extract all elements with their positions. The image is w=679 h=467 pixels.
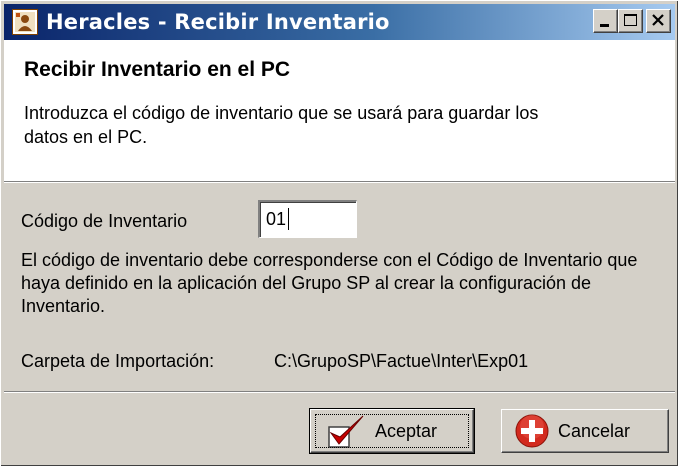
cancel-button[interactable]: Cancelar <box>501 409 669 453</box>
maximize-button[interactable] <box>618 9 643 33</box>
dialog-window: Heracles - Recibir Inventario Recibir In… <box>0 0 679 467</box>
close-icon <box>652 14 664 26</box>
inventory-code-input[interactable] <box>258 200 357 238</box>
page-title: Recibir Inventario en el PC <box>24 58 291 81</box>
folder-path: C:\GrupoSP\Factue\Inter\Exp01 <box>274 351 529 371</box>
minimize-icon <box>600 24 609 27</box>
cancel-label: Cancelar <box>558 420 631 441</box>
accept-button[interactable]: Aceptar <box>309 408 475 454</box>
header-panel: Recibir Inventario en el PC Introduzca e… <box>4 40 675 182</box>
text-caret <box>288 208 289 230</box>
divider <box>4 182 675 183</box>
minimize-button[interactable] <box>593 9 618 33</box>
window-title: Heracles - Recibir Inventario <box>46 10 390 34</box>
folder-label: Carpeta de Importación: <box>21 351 215 371</box>
page-description: Introduzca el código de inventario que s… <box>24 103 539 147</box>
app-icon[interactable] <box>12 9 38 35</box>
title-bar[interactable]: Heracles - Recibir Inventario <box>4 4 675 40</box>
close-button[interactable] <box>646 9 671 33</box>
code-label: Código de Inventario <box>21 211 188 231</box>
window-controls <box>593 9 671 33</box>
cancel-icon <box>514 413 550 449</box>
maximize-icon <box>624 14 637 26</box>
info-text: El código de inventario debe corresponde… <box>21 250 638 316</box>
